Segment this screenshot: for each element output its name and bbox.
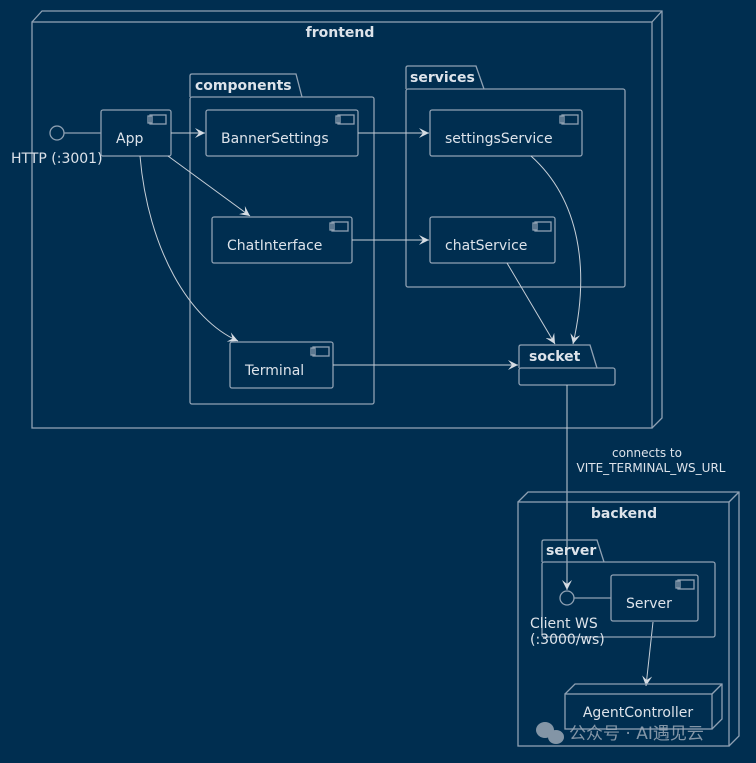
component-icon [147,114,167,125]
socket-package[interactable]: socket [518,344,616,386]
app-component[interactable]: App [100,109,172,157]
chat-interface-label: ChatInterface [227,238,322,254]
diagram-canvas: frontend components services socket HTTP… [11,10,740,747]
server-label: Server [626,596,672,612]
banner-settings-component[interactable]: BannerSettings [205,109,359,157]
component-icon [310,346,330,357]
component-icon [532,221,552,232]
terminal-component[interactable]: Terminal [229,341,334,389]
client-ws-label-line1: Client WS [530,616,598,632]
terminal-label: Terminal [244,363,304,379]
interface-circle-icon [559,590,575,606]
component-icon [675,579,695,590]
components-label: components [195,78,292,94]
services-label: services [410,70,475,86]
chat-service-component[interactable]: chatService [429,216,556,264]
http-interface-label: HTTP (:3001) [11,151,103,167]
client-ws-label-line2: (:3000/ws) [530,632,605,648]
app-label: App [116,131,143,147]
http-interface[interactable]: HTTP (:3001) [11,125,103,167]
wechat-icon [536,722,564,744]
component-icon [335,114,355,125]
watermark-text: 公众号 · AI遇见云 [569,724,704,744]
agent-controller-label: AgentController [583,705,694,721]
banner-settings-label: BannerSettings [221,131,329,147]
backend-label: backend [591,506,657,522]
edge-label-line1: connects to [612,446,682,460]
edge-label-line2: VITE_TERMINAL_WS_URL [577,461,726,475]
watermark: 公众号 · AI遇见云 [536,722,704,744]
socket-label: socket [529,349,581,365]
server-package-label: server [546,543,596,559]
edge-chatservice-socket [506,262,556,345]
chat-interface-component[interactable]: ChatInterface [211,216,353,264]
frontend-label: frontend [306,25,375,41]
component-icon [559,114,579,125]
edge-app-terminal [139,155,239,342]
settings-service-label: settingsService [445,131,553,147]
interface-circle-icon [49,125,65,141]
settings-service-component[interactable]: settingsService [429,109,583,157]
edges [139,128,654,687]
server-component[interactable]: Server [610,574,699,622]
component-icon [329,221,349,232]
edge-server-agentcontroller [642,621,654,687]
agent-controller-node[interactable]: AgentController [564,683,723,730]
edge-app-chatinterface [167,155,251,217]
chat-service-label: chatService [445,238,527,254]
